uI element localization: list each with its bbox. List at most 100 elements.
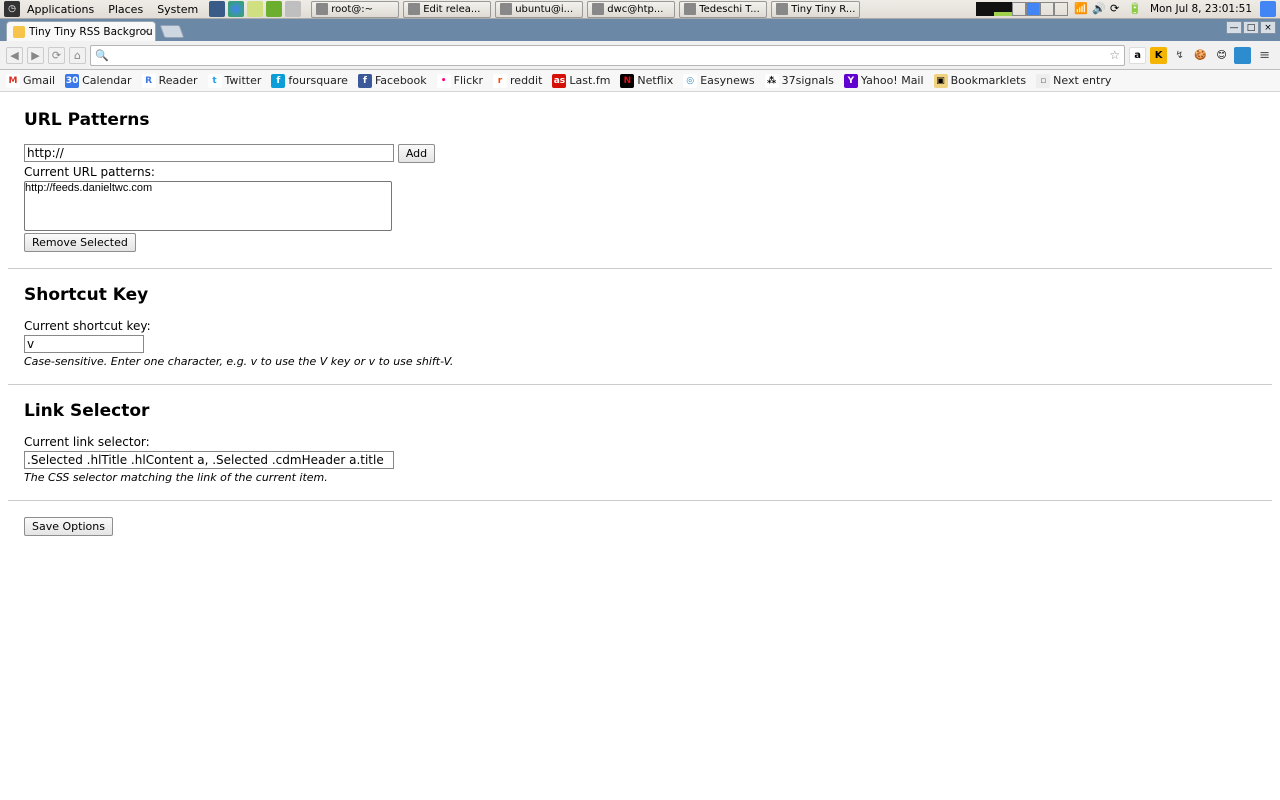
- launcher-icon-1[interactable]: [209, 1, 225, 17]
- taskbar-button[interactable]: dwc@htp...: [587, 1, 675, 18]
- bookmark-label: Next entry: [1053, 74, 1111, 87]
- task-label: Edit relea...: [423, 4, 480, 15]
- remove-selected-button[interactable]: Remove Selected: [24, 233, 136, 252]
- selector-label: Current link selector:: [24, 435, 1256, 449]
- bookmark-item[interactable]: •Flickr: [437, 74, 483, 88]
- nav-home-icon[interactable]: ⌂: [69, 47, 86, 64]
- workspace-switcher-3[interactable]: [1040, 2, 1054, 16]
- taskbar-button[interactable]: Tiny Tiny R...: [771, 1, 860, 18]
- extension-icon-6[interactable]: [1234, 47, 1251, 64]
- window-maximize-button[interactable]: □: [1243, 21, 1259, 34]
- taskbar-button[interactable]: root@:~: [311, 1, 399, 18]
- bookmark-item[interactable]: ⁂37signals: [765, 74, 834, 88]
- chrome-tabstrip: Tiny Tiny RSS Backgrou × — □ ×: [0, 19, 1280, 41]
- extension-icon-5[interactable]: 😊: [1213, 47, 1230, 64]
- bookmark-item[interactable]: asLast.fm: [552, 74, 610, 88]
- bookmark-item[interactable]: ◎Easynews: [683, 74, 754, 88]
- new-tab-button[interactable]: [160, 25, 185, 38]
- nav-reload-icon[interactable]: ⟳: [48, 47, 65, 64]
- session-icon[interactable]: [1260, 1, 1276, 17]
- bookmark-item[interactable]: ffoursquare: [271, 74, 348, 88]
- chrome-toolbar: ◀ ▶ ⟳ ⌂ 🔍 ☆ a K ↯ 🍪 😊 ≡: [0, 41, 1280, 70]
- current-patterns-label: Current URL patterns:: [24, 165, 1256, 179]
- bookmark-favicon-icon: ◎: [683, 74, 697, 88]
- bookmark-item[interactable]: MGmail: [6, 74, 55, 88]
- bookmark-item[interactable]: ▣Bookmarklets: [934, 74, 1027, 88]
- bookmark-label: Netflix: [637, 74, 673, 87]
- gnome-menu-applications[interactable]: Applications: [20, 3, 101, 16]
- bookmark-label: Twitter: [225, 74, 262, 87]
- gnome-menu-system[interactable]: System: [150, 3, 205, 16]
- extension-icon-3[interactable]: ↯: [1171, 47, 1188, 64]
- extension-icon-4[interactable]: 🍪: [1192, 47, 1209, 64]
- system-monitor-1[interactable]: [976, 2, 994, 16]
- selector-input[interactable]: [24, 451, 394, 469]
- bookmark-label: Bookmarklets: [951, 74, 1027, 87]
- window-minimize-button[interactable]: —: [1226, 21, 1242, 34]
- shortcut-label: Current shortcut key:: [24, 319, 1256, 333]
- workspace-switcher-2[interactable]: [1026, 2, 1040, 16]
- shortcut-heading: Shortcut Key: [24, 285, 1256, 305]
- bookmark-item[interactable]: fFacebook: [358, 74, 427, 88]
- bookmark-item[interactable]: 30Calendar: [65, 74, 131, 88]
- launcher-icon-4[interactable]: [266, 1, 282, 17]
- bookmark-item[interactable]: YYahoo! Mail: [844, 74, 924, 88]
- battery-icon[interactable]: 🔋: [1128, 2, 1142, 16]
- extension-k-icon[interactable]: K: [1150, 47, 1167, 64]
- bookmark-item[interactable]: ▫Next entry: [1036, 74, 1111, 88]
- nav-forward-icon[interactable]: ▶: [27, 47, 44, 64]
- selector-hint: The CSS selector matching the link of th…: [24, 471, 1256, 484]
- section-divider: [8, 500, 1272, 501]
- system-monitor-2[interactable]: [994, 2, 1012, 16]
- task-app-icon: [316, 3, 328, 15]
- url-bar[interactable]: 🔍 ☆: [90, 45, 1125, 66]
- url-patterns-list[interactable]: http://feeds.danieltwc.com: [24, 181, 392, 231]
- tab-favicon-icon: [13, 26, 25, 38]
- workspace-switcher-1[interactable]: [1012, 2, 1026, 16]
- taskbar-button[interactable]: ubuntu@i...: [495, 1, 583, 18]
- bookmark-item[interactable]: rreddit: [493, 74, 542, 88]
- network-icon[interactable]: 📶: [1074, 2, 1088, 16]
- taskbar-button[interactable]: Tedeschi T...: [679, 1, 767, 18]
- bookmark-label: foursquare: [288, 74, 348, 87]
- task-label: Tiny Tiny R...: [791, 4, 855, 15]
- bookmark-item[interactable]: tTwitter: [208, 74, 262, 88]
- search-icon: 🔍: [95, 49, 109, 62]
- clock[interactable]: Mon Jul 8, 23:01:51: [1146, 3, 1256, 15]
- gnome-menu-places[interactable]: Places: [101, 3, 150, 16]
- add-button[interactable]: Add: [398, 144, 435, 163]
- bookmark-item[interactable]: NNetflix: [620, 74, 673, 88]
- bookmark-star-icon[interactable]: ☆: [1109, 48, 1120, 62]
- gnome-foot-icon[interactable]: ◷: [4, 1, 20, 17]
- browser-tab-active[interactable]: Tiny Tiny RSS Backgrou ×: [6, 21, 156, 41]
- bookmark-label: Last.fm: [569, 74, 610, 87]
- bookmark-favicon-icon: ⁂: [765, 74, 779, 88]
- tab-title: Tiny Tiny RSS Backgrou: [29, 26, 153, 38]
- url-pattern-input[interactable]: [24, 144, 394, 162]
- nav-back-icon[interactable]: ◀: [6, 47, 23, 64]
- task-app-icon: [592, 3, 604, 15]
- chrome-launcher-icon[interactable]: [228, 1, 244, 17]
- save-options-button[interactable]: Save Options: [24, 517, 113, 536]
- bookmark-item[interactable]: RReader: [142, 74, 198, 88]
- updates-icon[interactable]: ⟳: [1110, 2, 1124, 16]
- launcher-icon-3[interactable]: [247, 1, 263, 17]
- bookmark-label: Easynews: [700, 74, 754, 87]
- tab-close-icon[interactable]: ×: [142, 25, 151, 38]
- chrome-menu-icon[interactable]: ≡: [1255, 48, 1274, 63]
- window-close-button[interactable]: ×: [1260, 21, 1276, 34]
- bookmark-favicon-icon: N: [620, 74, 634, 88]
- task-app-icon: [776, 3, 788, 15]
- shortcut-hint: Case-sensitive. Enter one character, e.g…: [24, 355, 1256, 368]
- volume-icon[interactable]: 🔊: [1092, 2, 1106, 16]
- url-pattern-item[interactable]: http://feeds.danieltwc.com: [25, 182, 391, 195]
- shortcut-input[interactable]: [24, 335, 144, 353]
- bookmark-label: Reader: [159, 74, 198, 87]
- extension-amazon-icon[interactable]: a: [1129, 47, 1146, 64]
- url-input[interactable]: [113, 49, 1106, 61]
- taskbar-button[interactable]: Edit relea...: [403, 1, 491, 18]
- bookmark-label: Calendar: [82, 74, 131, 87]
- workspace-switcher-4[interactable]: [1054, 2, 1068, 16]
- section-divider: [8, 384, 1272, 385]
- launcher-icon-5[interactable]: [285, 1, 301, 17]
